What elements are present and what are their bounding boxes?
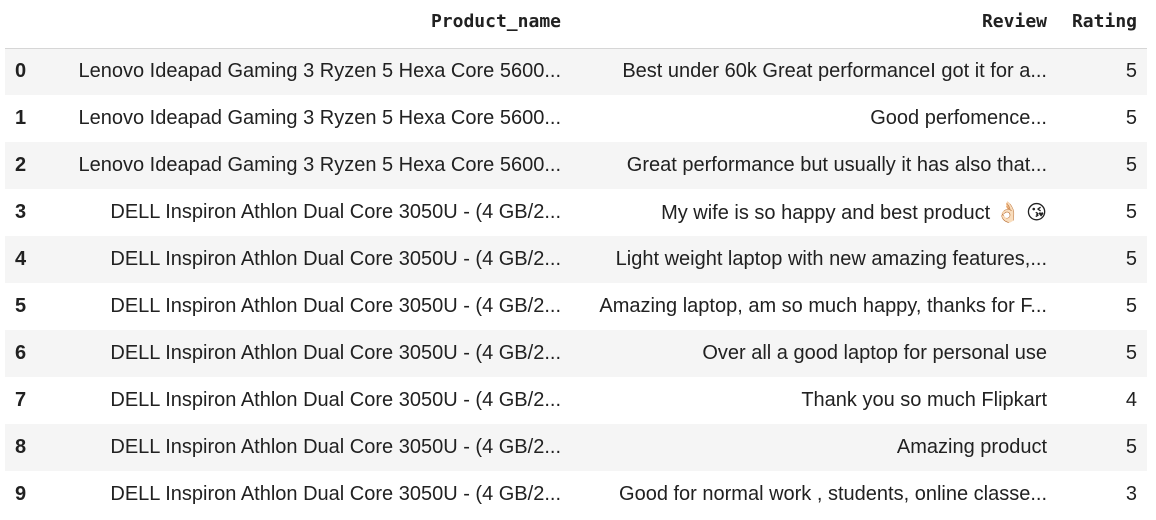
product-name-cell: Lenovo Ideapad Gaming 3 Ryzen 5 Hexa Cor…: [78, 60, 561, 83]
table-row: 4 DELL Inspiron Athlon Dual Core 3050U -…: [5, 236, 1147, 283]
rating-cell: 5: [1125, 60, 1137, 83]
table-row: 1 Lenovo Ideapad Gaming 3 Ryzen 5 Hexa C…: [5, 95, 1147, 142]
rating-cell: 5: [1125, 436, 1137, 458]
product-name-cell: DELL Inspiron Athlon Dual Core 3050U - (…: [110, 248, 561, 270]
table-row: 2 Lenovo Ideapad Gaming 3 Ryzen 5 Hexa C…: [5, 142, 1147, 189]
rating-cell: 5: [1125, 107, 1137, 129]
product-name-cell: Lenovo Ideapad Gaming 3 Ryzen 5 Hexa Cor…: [78, 154, 561, 176]
rating-cell: 4: [1125, 389, 1137, 411]
row-index: 7: [15, 389, 27, 411]
column-header-product-name: Product_name: [39, 0, 571, 49]
row-index: 1: [15, 107, 27, 129]
rating-cell: 5: [1125, 201, 1137, 223]
table-row: 7 DELL Inspiron Athlon Dual Core 3050U -…: [5, 377, 1147, 424]
header-row: Product_name Review Rating: [5, 0, 1147, 49]
table-row: 5 DELL Inspiron Athlon Dual Core 3050U -…: [5, 283, 1147, 330]
product-name-cell: DELL Inspiron Athlon Dual Core 3050U - (…: [110, 295, 561, 317]
product-name-cell: Lenovo Ideapad Gaming 3 Ryzen 5 Hexa Cor…: [78, 107, 561, 129]
rating-cell: 5: [1125, 154, 1137, 176]
review-cell: My wife is so happy and best product 👌🏻 …: [661, 202, 1047, 224]
row-index: 0: [15, 60, 27, 83]
review-cell: Great performance but usually it has als…: [626, 154, 1047, 176]
product-name-cell: DELL Inspiron Athlon Dual Core 3050U - (…: [110, 201, 561, 223]
rating-cell: 3: [1125, 483, 1137, 505]
review-cell: Light weight laptop with new amazing fea…: [615, 248, 1047, 270]
table-row: 0 Lenovo Ideapad Gaming 3 Ryzen 5 Hexa C…: [5, 48, 1147, 95]
row-index: 2: [15, 154, 27, 176]
review-cell: Amazing product: [896, 436, 1047, 458]
dataframe-output: Product_name Review Rating 0 Lenovo Idea…: [5, 0, 1147, 518]
row-index: 6: [15, 342, 27, 364]
review-cell: Good perfomence...: [870, 107, 1047, 129]
table-row: 3 DELL Inspiron Athlon Dual Core 3050U -…: [5, 189, 1147, 236]
product-name-cell: DELL Inspiron Athlon Dual Core 3050U - (…: [110, 389, 561, 411]
row-index: 5: [15, 295, 27, 317]
table-row: 8 DELL Inspiron Athlon Dual Core 3050U -…: [5, 424, 1147, 471]
table-row: 6 DELL Inspiron Athlon Dual Core 3050U -…: [5, 330, 1147, 377]
table-row: 9 DELL Inspiron Athlon Dual Core 3050U -…: [5, 471, 1147, 518]
row-index: 4: [15, 248, 27, 270]
review-cell: Good for normal work , students, online …: [619, 483, 1047, 505]
review-cell: Best under 60k Great performanceI got it…: [622, 60, 1047, 83]
row-index: 9: [15, 483, 27, 505]
row-index: 8: [15, 436, 27, 458]
rating-cell: 5: [1125, 248, 1137, 270]
row-index: 3: [15, 201, 27, 223]
product-name-cell: DELL Inspiron Athlon Dual Core 3050U - (…: [110, 483, 561, 505]
column-header-review: Review: [571, 0, 1057, 49]
table-body: 0 Lenovo Ideapad Gaming 3 Ryzen 5 Hexa C…: [5, 48, 1147, 518]
dataframe-table: Product_name Review Rating 0 Lenovo Idea…: [5, 0, 1147, 518]
review-cell: Amazing laptop, am so much happy, thanks…: [599, 295, 1047, 317]
column-header-rating: Rating: [1057, 0, 1147, 49]
rating-cell: 5: [1125, 295, 1137, 317]
product-name-cell: DELL Inspiron Athlon Dual Core 3050U - (…: [110, 342, 561, 364]
table-header: Product_name Review Rating: [5, 0, 1147, 49]
review-cell: Over all a good laptop for personal use: [702, 342, 1047, 364]
product-name-cell: DELL Inspiron Athlon Dual Core 3050U - (…: [110, 436, 561, 458]
rating-cell: 5: [1125, 342, 1137, 364]
review-cell: Thank you so much Flipkart: [801, 389, 1047, 411]
index-column-header: [5, 0, 39, 49]
